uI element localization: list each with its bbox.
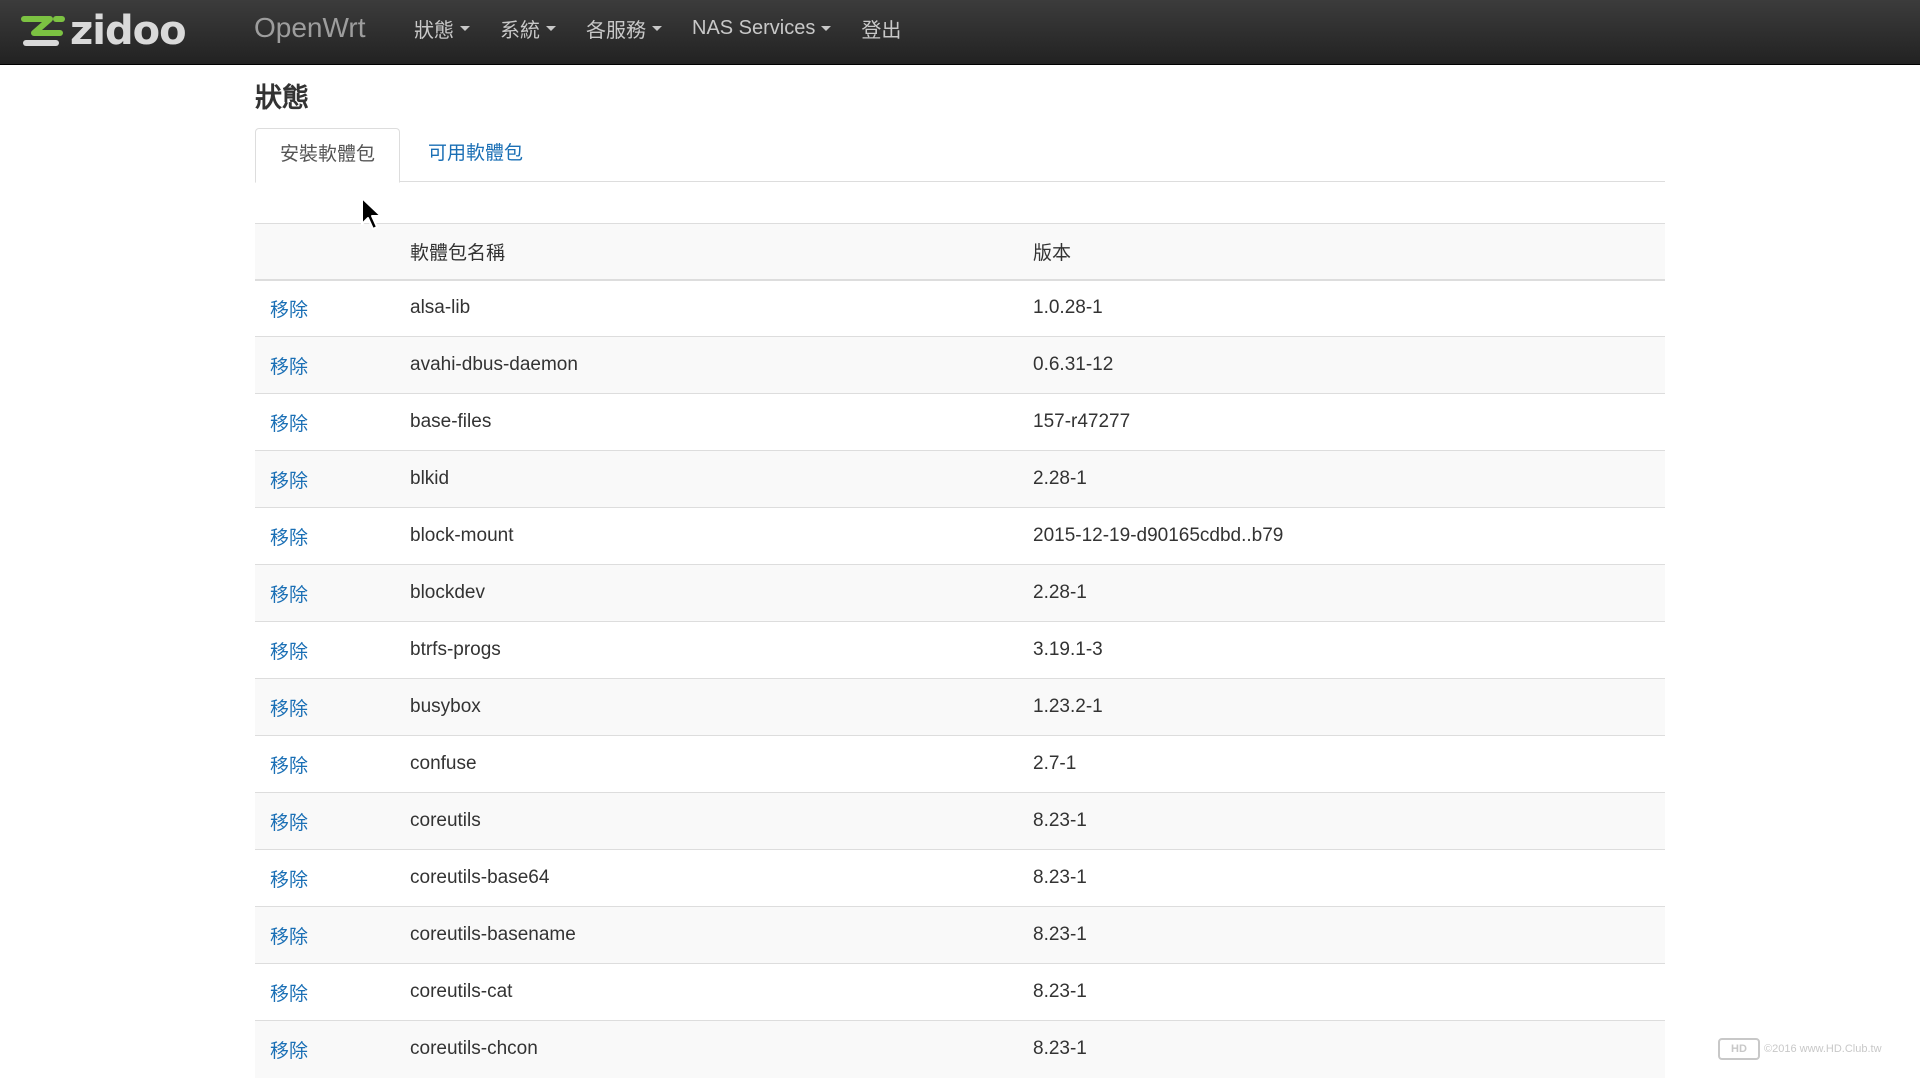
hd-club-logo: HD xyxy=(1718,1038,1760,1060)
remove-button[interactable]: 移除 xyxy=(270,870,308,891)
package-name: coreutils-cat xyxy=(410,963,1033,1021)
package-version: 2.28-1 xyxy=(1033,564,1665,622)
caret-down-icon xyxy=(460,25,470,31)
package-name: alsa-lib xyxy=(410,279,1033,337)
package-name: coreutils xyxy=(410,792,1033,850)
watermark-text: ©2016 www.HD.Club.tw xyxy=(1764,1043,1882,1055)
header-version: 版本 xyxy=(1033,223,1665,281)
package-name: confuse xyxy=(410,735,1033,793)
remove-button[interactable]: 移除 xyxy=(270,756,308,777)
menu-status[interactable]: 狀態 xyxy=(414,14,470,43)
brand-openwrt[interactable]: OpenWrt xyxy=(254,0,366,56)
package-version: 2.7-1 xyxy=(1033,735,1665,793)
zidoo-logo-icon xyxy=(21,16,65,46)
package-version: 1.0.28-1 xyxy=(1033,279,1665,337)
remove-button[interactable]: 移除 xyxy=(270,300,308,321)
package-name: blkid xyxy=(410,450,1033,508)
package-version: 8.23-1 xyxy=(1033,792,1665,850)
menu-services[interactable]: 各服務 xyxy=(586,14,662,43)
menu-nas-services-label: NAS Services xyxy=(692,16,816,39)
header-package-name: 軟體包名稱 xyxy=(410,223,1033,281)
package-version: 2.28-1 xyxy=(1033,450,1665,508)
mouse-pointer-icon xyxy=(361,197,382,230)
package-name: base-files xyxy=(410,393,1033,451)
package-version: 8.23-1 xyxy=(1033,849,1665,907)
table-row: 移除 blkid 2.28-1 xyxy=(255,450,1665,508)
package-name: blockdev xyxy=(410,564,1033,622)
table-row: 移除 coreutils-base64 8.23-1 xyxy=(255,849,1665,907)
package-version: 8.23-1 xyxy=(1033,963,1665,1021)
table-row: 移除 coreutils-chcon 8.23-1 xyxy=(255,1020,1665,1078)
table-row: 移除 alsa-lib 1.0.28-1 xyxy=(255,279,1665,337)
caret-down-icon xyxy=(652,25,662,31)
menu-system-label: 系統 xyxy=(500,19,540,42)
table-row: 移除 coreutils-basename 8.23-1 xyxy=(255,906,1665,964)
table-row: 移除 busybox 1.23.2-1 xyxy=(255,678,1665,736)
table-row: 移除 avahi-dbus-daemon 0.6.31-12 xyxy=(255,336,1665,394)
remove-button[interactable]: 移除 xyxy=(270,1041,308,1062)
package-name: block-mount xyxy=(410,507,1033,565)
remove-button[interactable]: 移除 xyxy=(270,927,308,948)
table-row: 移除 coreutils 8.23-1 xyxy=(255,792,1665,850)
tab-available-packages[interactable]: 可用軟體包 xyxy=(403,128,548,182)
table-row: 移除 confuse 2.7-1 xyxy=(255,735,1665,793)
package-name: avahi-dbus-daemon xyxy=(410,336,1033,394)
top-navbar: zidoo OpenWrt 狀態 系統 各服務 NAS Services 登出 xyxy=(0,0,1920,65)
menu-system[interactable]: 系統 xyxy=(500,14,556,43)
menu-services-label: 各服務 xyxy=(586,19,646,42)
table-row: 移除 block-mount 2015-12-19-d90165cdbd..b7… xyxy=(255,507,1665,565)
menu-logout-label: 登出 xyxy=(861,19,902,42)
tab-installed-packages[interactable]: 安裝軟體包 xyxy=(255,128,400,183)
package-version: 1.23.2-1 xyxy=(1033,678,1665,736)
menu-nas-services[interactable]: NAS Services xyxy=(692,16,832,40)
page-title: 狀態 xyxy=(255,83,309,113)
remove-button[interactable]: 移除 xyxy=(270,414,308,435)
remove-button[interactable]: 移除 xyxy=(270,471,308,492)
remove-button[interactable]: 移除 xyxy=(270,585,308,606)
logo-wordmark: zidoo xyxy=(70,8,187,54)
menu-status-label: 狀態 xyxy=(414,19,454,42)
package-version: 8.23-1 xyxy=(1033,1020,1665,1078)
package-version: 2015-12-19-d90165cdbd..b79 xyxy=(1033,507,1665,565)
remove-button[interactable]: 移除 xyxy=(270,357,308,378)
package-version: 8.23-1 xyxy=(1033,906,1665,964)
remove-button[interactable]: 移除 xyxy=(270,528,308,549)
menu-logout[interactable]: 登出 xyxy=(861,14,901,43)
package-version: 0.6.31-12 xyxy=(1033,336,1665,394)
package-name: busybox xyxy=(410,678,1033,736)
package-name: btrfs-progs xyxy=(410,621,1033,679)
watermark: HD ©2016 www.HD.Club.tw xyxy=(1718,1038,1882,1060)
table-row: 移除 blockdev 2.28-1 xyxy=(255,564,1665,622)
caret-down-icon xyxy=(546,25,556,31)
table-header-row: 軟體包名稱 版本 xyxy=(255,223,1665,281)
package-name: coreutils-basename xyxy=(410,906,1033,964)
main-menu: 狀態 系統 各服務 NAS Services 登出 xyxy=(414,0,931,56)
remove-button[interactable]: 移除 xyxy=(270,813,308,834)
package-version: 3.19.1-3 xyxy=(1033,621,1665,679)
table-row: 移除 btrfs-progs 3.19.1-3 xyxy=(255,621,1665,679)
remove-button[interactable]: 移除 xyxy=(270,642,308,663)
installed-packages-table: 軟體包名稱 版本 移除 alsa-lib 1.0.28-1 移除 avahi-d… xyxy=(255,223,1665,1078)
remove-button[interactable]: 移除 xyxy=(270,699,308,720)
package-name: coreutils-base64 xyxy=(410,849,1033,907)
table-row: 移除 base-files 157-r47277 xyxy=(255,393,1665,451)
remove-button[interactable]: 移除 xyxy=(270,984,308,1005)
package-name: coreutils-chcon xyxy=(410,1020,1033,1078)
package-tabs: 安裝軟體包 可用軟體包 xyxy=(255,128,1665,183)
package-version: 157-r47277 xyxy=(1033,393,1665,451)
header-action xyxy=(255,223,410,281)
zidoo-logo[interactable]: zidoo xyxy=(20,6,187,56)
caret-down-icon xyxy=(821,25,832,31)
table-row: 移除 coreutils-cat 8.23-1 xyxy=(255,963,1665,1021)
